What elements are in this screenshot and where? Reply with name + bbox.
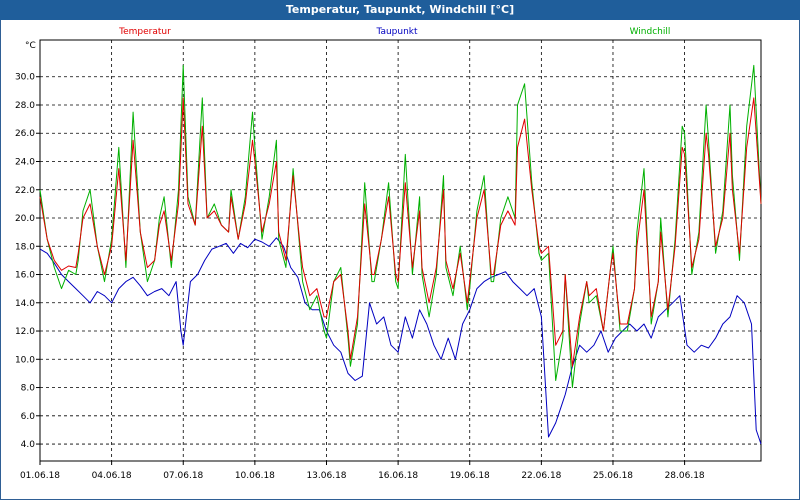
y-tick-label: 18.0 [15,242,35,252]
y-tick-label: 28.0 [15,101,35,111]
y-tick-label: 6.0 [21,412,36,422]
x-tick-label: 28.06.18 [665,471,705,481]
x-tick-label: 25.06.18 [593,471,633,481]
x-tick-label: 01.06.18 [20,471,60,481]
y-axis-ticks: 4.0 6.0 8.0 10.0 12.0 14.0 16.0 18.0 20.0 22.0 24.… [15,73,40,450]
y-tick-label: 22.0 [15,186,35,196]
y-tick-label: 12.0 [15,327,35,337]
x-tick-label: 16.06.18 [378,471,418,481]
y-tick-label: 10.0 [15,355,35,365]
x-tick-label: 07.06.18 [163,471,203,481]
x-tick-label: 19.06.18 [450,471,490,481]
legend-windchill: Windchill [630,27,671,37]
x-tick-label: 13.06.18 [306,471,346,481]
y-tick-label: 8.0 [21,384,36,394]
y-tick-label: 16.0 [15,271,35,281]
y-axis-unit: °C [25,41,36,51]
legend-temperatur: Temperatur [118,27,171,37]
y-tick-label: 14.0 [15,299,35,309]
y-tick-label: 30.0 [15,73,35,83]
x-axis-ticks: 01.06.18 04.06.18 07.06.18 10.06.18 13.06.18… [20,461,705,481]
legend-taupunkt: Taupunkt [375,27,418,37]
y-tick-label: 24.0 [15,157,35,167]
line-chart: 4.0 6.0 8.0 10.0 12.0 14.0 16.0 18.0 20.0 22.0 24.… [15,27,762,481]
y-tick-label: 26.0 [15,129,35,139]
y-tick-label: 4.0 [21,440,36,450]
x-tick-label: 04.06.18 [92,471,132,481]
x-tick-label: 10.06.18 [235,471,275,481]
y-tick-label: 20.0 [15,214,35,224]
x-tick-label: 22.06.18 [521,471,561,481]
